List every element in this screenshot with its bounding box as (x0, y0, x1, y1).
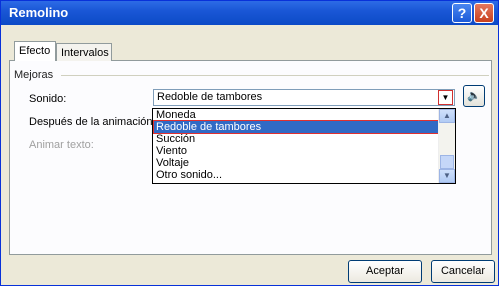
list-item[interactable]: Otro sonido... (154, 169, 439, 181)
list-item-selected[interactable]: Redoble de tambores (153, 120, 440, 134)
list-item[interactable]: Voltaje (154, 157, 439, 169)
tab-efecto[interactable]: Efecto (14, 41, 56, 61)
sound-label: Sonido: (29, 93, 67, 105)
chevron-down-icon[interactable]: ▼ (439, 169, 455, 183)
group-label: Mejoras (14, 69, 54, 81)
sound-dropdown-list[interactable]: Moneda Redoble de tambores Succión Vient… (152, 108, 456, 184)
sound-combobox-value: Redoble de tambores (157, 91, 263, 103)
cancel-button[interactable]: Cancelar (431, 260, 495, 283)
scrollbar-thumb[interactable] (440, 155, 454, 169)
chevron-down-icon[interactable]: ▼ (438, 90, 453, 105)
list-item[interactable]: Succión (154, 133, 439, 145)
list-item[interactable]: Moneda (154, 109, 439, 121)
list-item[interactable]: Viento (154, 145, 439, 157)
dialog-window: Remolino ? X Efecto Intervalos Mejoras S… (0, 0, 499, 286)
sound-combobox[interactable]: Redoble de tambores ▼ (153, 89, 455, 106)
speaker-icon[interactable]: 🔈 (463, 85, 485, 107)
animate-text-label: Animar texto: (29, 139, 94, 151)
after-animation-label: Después de la animación: (29, 116, 156, 128)
ok-button[interactable]: Aceptar (348, 260, 422, 283)
title-bar[interactable]: Remolino ? X (1, 1, 498, 25)
help-button[interactable]: ? (452, 3, 472, 23)
chevron-up-icon[interactable]: ▲ (439, 109, 455, 123)
group-divider (61, 75, 489, 76)
list-scrollbar[interactable]: ▲ ▼ (438, 109, 455, 183)
window-title: Remolino (9, 5, 69, 20)
close-button[interactable]: X (474, 3, 494, 23)
tab-intervalos[interactable]: Intervalos (56, 43, 112, 61)
